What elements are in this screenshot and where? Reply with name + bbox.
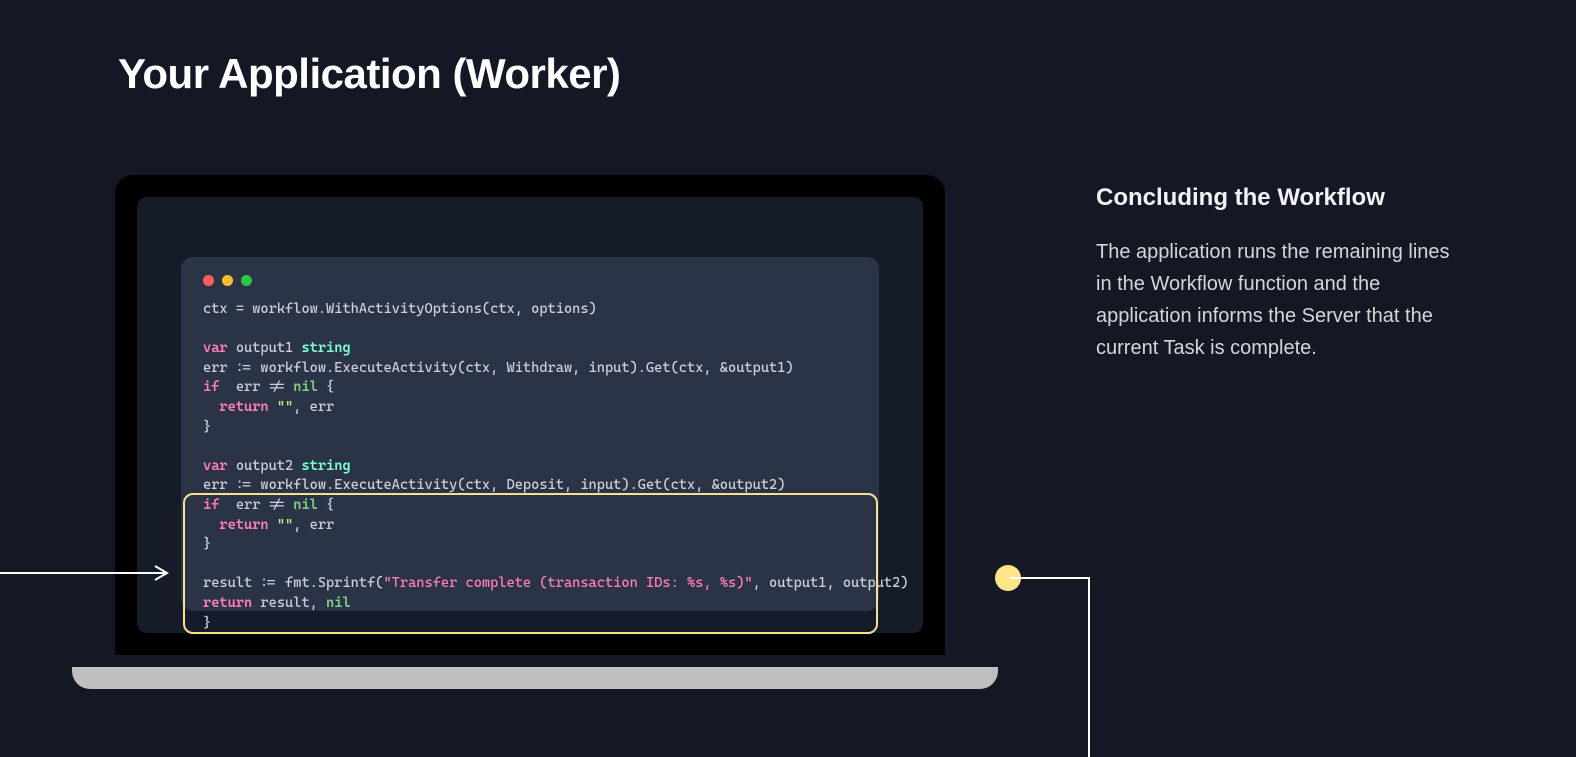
code-token: { (318, 379, 334, 395)
code-token (269, 517, 277, 533)
arrow-in-icon (0, 565, 175, 581)
code-token: nil (326, 595, 351, 611)
code-token: string (301, 340, 350, 356)
sidebar-explainer: Concluding the Workflow The application … (1096, 184, 1466, 364)
code-token: err != (219, 379, 293, 395)
laptop-graphic: ctx = workflow.WithActivityOptions(ctx, … (115, 175, 945, 685)
code-block: ctx = workflow.WithActivityOptions(ctx, … (203, 300, 857, 633)
code-token: { (318, 497, 334, 513)
sidebar-title: Concluding the Workflow (1096, 184, 1466, 212)
connector-line (1088, 577, 1090, 757)
code-token: string (301, 458, 350, 474)
code-token: return (219, 399, 268, 415)
code-token: , err (293, 399, 334, 415)
code-token: if (203, 379, 219, 395)
laptop-base (72, 667, 998, 689)
page-title: Your Application (Worker) (118, 50, 620, 98)
code-token (269, 399, 277, 415)
code-line: ctx = workflow.WithActivityOptions(ctx, … (203, 301, 597, 317)
code-token: return (219, 517, 268, 533)
code-token: } (203, 615, 211, 631)
code-token: } (203, 536, 211, 552)
code-token: , err (293, 517, 334, 533)
code-token (203, 399, 219, 415)
maximize-dot-icon (241, 275, 252, 286)
code-token: result, (252, 595, 326, 611)
window-traffic-lights (203, 275, 857, 286)
code-token (203, 517, 219, 533)
code-token: output2 (228, 458, 302, 474)
code-token: , output1, output2) (753, 575, 909, 591)
code-token: result := fmt.Sprintf( (203, 575, 383, 591)
code-token: "" (277, 517, 293, 533)
sidebar-text: The application runs the remaining lines… (1096, 236, 1466, 364)
code-token: var (203, 458, 228, 474)
code-token: nil (293, 497, 318, 513)
connector-line (1010, 577, 1090, 579)
code-token: var (203, 340, 228, 356)
code-window: ctx = workflow.WithActivityOptions(ctx, … (181, 257, 879, 611)
laptop-screen: ctx = workflow.WithActivityOptions(ctx, … (137, 197, 923, 633)
laptop-body: ctx = workflow.WithActivityOptions(ctx, … (115, 175, 945, 655)
close-dot-icon (203, 275, 214, 286)
code-token: if (203, 497, 219, 513)
code-token: output1 (228, 340, 302, 356)
code-token: "" (277, 399, 293, 415)
code-token: } (203, 419, 211, 435)
code-token: nil (293, 379, 318, 395)
code-token: return (203, 595, 252, 611)
code-line: err := workflow.ExecuteActivity(ctx, Dep… (203, 477, 785, 493)
code-line: err := workflow.ExecuteActivity(ctx, Wit… (203, 360, 794, 376)
minimize-dot-icon (222, 275, 233, 286)
code-token: "Transfer complete (transaction IDs: %s,… (383, 575, 752, 591)
code-token: err != (219, 497, 293, 513)
